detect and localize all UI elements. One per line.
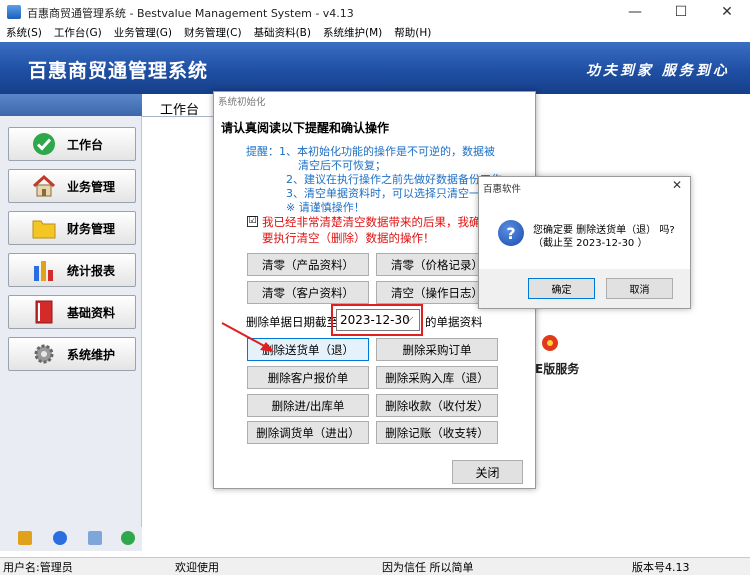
menu-basic-data[interactable]: 基础资料(B) xyxy=(248,24,317,42)
back-icon[interactable] xyxy=(121,531,135,545)
window-title: 百惠商贸通管理系统 - Bestvalue Management System … xyxy=(27,7,354,20)
sidebar-item-label: 基础资料 xyxy=(67,305,116,320)
tip-line: ※ 请谨慎操作！ xyxy=(286,201,365,214)
clear-products-button[interactable]: 清零（产品资料） xyxy=(247,253,369,276)
flower-service-icon xyxy=(540,333,560,353)
delete-quote-button[interactable]: 删除客户报价单 xyxy=(247,366,369,389)
tab-divider xyxy=(142,116,214,117)
ok-button[interactable]: 确定 xyxy=(528,278,595,299)
pencil-icon[interactable] xyxy=(18,531,32,545)
init-dialog-title: 系统初始化 xyxy=(218,97,266,108)
sidebar-item-reports[interactable]: 统计报表 xyxy=(8,253,136,287)
sidebar-item-maintenance[interactable]: 系统维护 xyxy=(8,337,136,371)
confirm-dialog-title: 百惠软件 xyxy=(483,184,522,195)
house-icon xyxy=(31,173,57,199)
banner-title: 百惠商贸通管理系统 xyxy=(28,60,209,82)
clock-icon[interactable] xyxy=(53,531,67,545)
menu-maintenance[interactable]: 系统维护(M) xyxy=(317,24,388,42)
sidebar-item-finance[interactable]: 财务管理 xyxy=(8,211,136,245)
status-user: 用户名:管理员 xyxy=(3,561,73,574)
delete-receipts-button[interactable]: 删除收款（收付发） xyxy=(376,394,498,417)
version-service-label[interactable]: E版服务 xyxy=(535,360,579,377)
sidebar-item-basic-data[interactable]: 基础资料 xyxy=(8,295,136,329)
clear-customers-button[interactable]: 清零（客户资料） xyxy=(247,281,369,304)
delete-ledger-button[interactable]: 删除记账（收支转） xyxy=(376,421,498,444)
cancel-button[interactable]: 取消 xyxy=(606,278,673,299)
folder-icon xyxy=(31,215,57,241)
menu-finance[interactable]: 财务管理(C) xyxy=(178,24,248,42)
warning-line: 我已经非常清楚清空数据带来的后果，我确认 xyxy=(262,215,492,229)
menu-workbench[interactable]: 工作台(G) xyxy=(48,24,108,42)
menu-bar: 系统(S) 工作台(G) 业务管理(G) 财务管理(C) 基础资料(B) 系统维… xyxy=(0,24,750,42)
delete-purchase-receipt-button[interactable]: 删除采购入库（退） xyxy=(376,366,498,389)
date-highlight-box xyxy=(331,304,423,336)
close-dialog-button[interactable]: 关闭 xyxy=(452,460,523,484)
question-icon: ? xyxy=(498,220,524,246)
confirm-checkbox[interactable]: ☑ xyxy=(247,216,258,227)
sidebar-item-label: 统计报表 xyxy=(67,263,116,278)
warning-line: 要执行清空（删除）数据的操作！ xyxy=(262,231,435,245)
check-icon xyxy=(31,131,57,157)
sidebar-item-label: 财务管理 xyxy=(67,221,116,236)
confirm-submessage: （截止至 2023-12-30 ） xyxy=(533,238,648,249)
sidebar-item-business[interactable]: 业务管理 xyxy=(8,169,136,203)
sidebar-header xyxy=(0,94,142,116)
maximize-button[interactable]: ☐ xyxy=(658,0,704,24)
app-icon xyxy=(7,5,21,19)
delete-transfer-button[interactable]: 删除调货单（进出） xyxy=(247,421,369,444)
menu-business[interactable]: 业务管理(G) xyxy=(108,24,178,42)
menu-system[interactable]: 系统(S) xyxy=(0,24,48,42)
sidebar-item-label: 工作台 xyxy=(67,137,104,152)
sidebar-item-workbench[interactable]: 工作台 xyxy=(8,127,136,161)
banner-slogan: 功夫到家 服务到心 xyxy=(586,63,730,79)
minimize-button[interactable]: — xyxy=(612,0,658,24)
book-icon xyxy=(31,299,57,325)
menu-help[interactable]: 帮助(H) xyxy=(388,24,437,42)
sidebar-item-label: 系统维护 xyxy=(67,347,116,362)
search-icon[interactable] xyxy=(88,531,102,545)
status-welcome: 欢迎使用 xyxy=(175,561,219,574)
close-window-button[interactable]: ✕ xyxy=(704,0,750,24)
delete-stock-io-button[interactable]: 删除进/出库单 xyxy=(247,394,369,417)
init-dialog-heading: 请认真阅读以下提醒和确认操作 xyxy=(221,121,390,135)
status-motto: 因为信任 所以简单 xyxy=(382,561,474,574)
gear-icon xyxy=(31,341,57,367)
bar-chart-icon xyxy=(31,257,57,283)
status-version: 版本号4.13 xyxy=(632,561,690,574)
delete-purchase-order-button[interactable]: 删除采购订单 xyxy=(376,338,498,361)
annotation-arrow-icon xyxy=(221,322,274,352)
date-suffix: 的单据资料 xyxy=(425,315,483,329)
sidebar-item-label: 业务管理 xyxy=(67,179,116,194)
close-icon[interactable]: ✕ xyxy=(672,178,682,192)
